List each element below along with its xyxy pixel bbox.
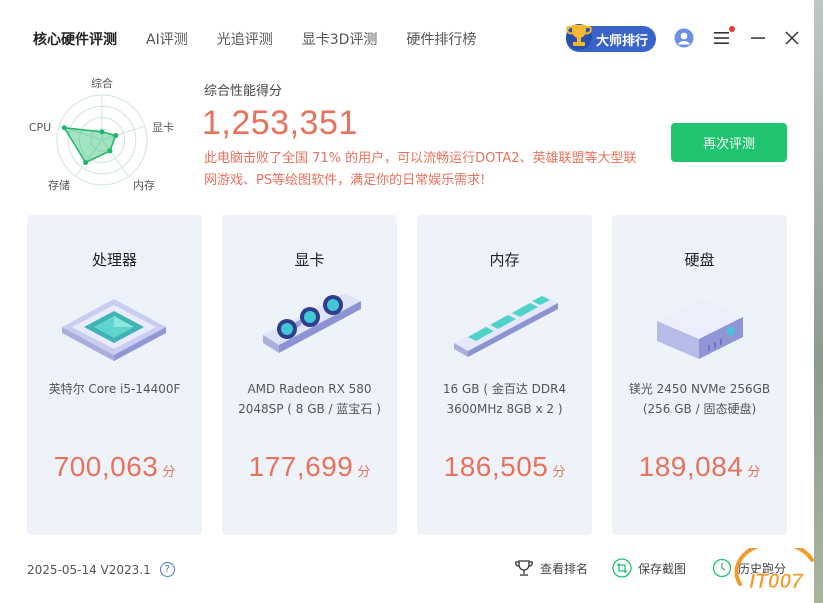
radar-label-gpu: 显卡	[152, 121, 174, 134]
gpu-card-score: 177,699 分	[222, 451, 397, 483]
trophy-outline-icon	[515, 560, 533, 576]
tab-raytracing[interactable]: 光追评测	[217, 29, 273, 49]
overall-score-label: 综合性能得分	[204, 84, 283, 99]
gpu-score-value: 177,699	[248, 451, 354, 482]
tab-core-hardware[interactable]: 核心硬件评测	[33, 29, 117, 49]
site-watermark-logo: IT007	[734, 548, 814, 593]
memory-score-unit: 分	[552, 465, 566, 480]
cpu-score-unit: 分	[162, 465, 176, 480]
memory-card-score: 186,505 分	[417, 451, 592, 483]
hard-drive-icon	[657, 299, 743, 359]
radar-point-3	[83, 160, 89, 166]
gpu-score-unit: 分	[357, 465, 371, 480]
master-ranking-button[interactable]: 大师排行	[566, 24, 656, 52]
footer-version: 2025-05-14 V2023.1 ?	[27, 562, 175, 577]
disk-card-model: 镁光 2450 NVMe 256GB (256 GB / 固态硬盘)	[628, 382, 771, 416]
radar-point-0	[99, 129, 105, 135]
disk-score-value: 189,084	[638, 451, 744, 482]
radar-value-polygon	[62, 126, 117, 164]
version-text: 2025-05-14 V2023.1	[27, 562, 151, 577]
radar-point-1	[113, 133, 119, 139]
gpu-card-title: 显卡	[294, 251, 325, 269]
master-ranking-label: 大师排行	[596, 33, 649, 49]
minimize-button[interactable]	[747, 27, 769, 49]
user-icon	[674, 28, 694, 48]
help-icon[interactable]: ?	[159, 562, 175, 577]
disk-card: 硬盘 镁光 2450 NVMe 256GB (256 GB / 固态硬盘) 18…	[612, 215, 787, 535]
watermark-text: IT007	[749, 570, 804, 593]
disk-card-score: 189,084 分	[612, 451, 787, 483]
minimize-icon	[751, 37, 765, 39]
gpu-card: 显卡 AMD Radeon RX 580 2048SP ( 8 GB / 蓝宝石…	[222, 215, 397, 535]
menu-button[interactable]	[711, 26, 735, 49]
crop-icon	[612, 558, 632, 578]
disk-score-unit: 分	[747, 465, 761, 480]
cpu-chip-icon	[62, 299, 166, 361]
radar-label-storage: 存储	[48, 178, 70, 192]
cpu-score-value: 700,063	[53, 451, 159, 482]
trophy-icon	[566, 24, 592, 50]
tab-ranking[interactable]: 硬件排行榜	[406, 29, 476, 49]
overall-score-value: 1,253,351	[202, 104, 358, 142]
radar-label-overall: 综合	[91, 76, 113, 90]
memory-card: 内存 16 GB ( 金百达 DDR4 3600MHz 8GB x 2 ) 18…	[417, 215, 592, 535]
cpu-card-title: 处理器	[91, 251, 137, 269]
overall-score-description: 此电脑击败了全国 71% 的用户，可以流畅运行DOTA2、英雄联盟等大型联网游戏…	[204, 151, 637, 188]
memory-score-value: 186,505	[443, 451, 549, 482]
desktop-background	[814, 0, 823, 603]
radar-point-2	[107, 148, 113, 154]
close-button[interactable]	[781, 27, 803, 49]
performance-radar-chart: 综合 显卡 内存 存储 CPU	[29, 76, 174, 192]
memory-card-model: 16 GB ( 金百达 DDR4 3600MHz 8GB x 2 )	[442, 382, 567, 416]
menu-icon	[714, 32, 729, 44]
cpu-card-score: 700,063 分	[27, 451, 202, 483]
save-screenshot-label: 保存截图	[638, 561, 687, 576]
close-icon	[785, 31, 799, 45]
tab-ai[interactable]: AI评测	[146, 29, 188, 49]
memory-stick-icon	[454, 295, 558, 357]
app-window: 核心硬件评测 AI评测 光追评测 显卡3D评测 硬件排行榜 大师排行 综合 显卡…	[0, 0, 814, 603]
notification-dot	[729, 26, 735, 32]
view-ranking-button[interactable]: 查看排名	[514, 558, 588, 578]
cpu-card: 处理器 英特尔 Core i5-14400F 700,063 分	[27, 215, 202, 535]
save-screenshot-button[interactable]: 保存截图	[612, 558, 686, 578]
top-nav: 核心硬件评测 AI评测 光追评测 显卡3D评测 硬件排行榜	[33, 28, 505, 50]
radar-point-4	[61, 125, 67, 131]
radar-label-memory: 内存	[133, 178, 155, 192]
tab-gpu-3d[interactable]: 显卡3D评测	[302, 29, 378, 49]
radar-label-cpu: CPU	[29, 121, 51, 134]
memory-card-title: 内存	[489, 251, 520, 269]
disk-card-title: 硬盘	[684, 251, 715, 269]
view-ranking-label: 查看排名	[540, 561, 589, 576]
retest-button[interactable]: 再次评测	[671, 123, 787, 162]
clock-icon	[712, 558, 732, 578]
user-button[interactable]	[673, 27, 695, 49]
gpu-card-model: AMD Radeon RX 580 2048SP ( 8 GB / 蓝宝石 )	[238, 382, 381, 416]
graphics-card-icon	[263, 293, 361, 353]
cpu-card-model: 英特尔 Core i5-14400F	[48, 382, 181, 396]
